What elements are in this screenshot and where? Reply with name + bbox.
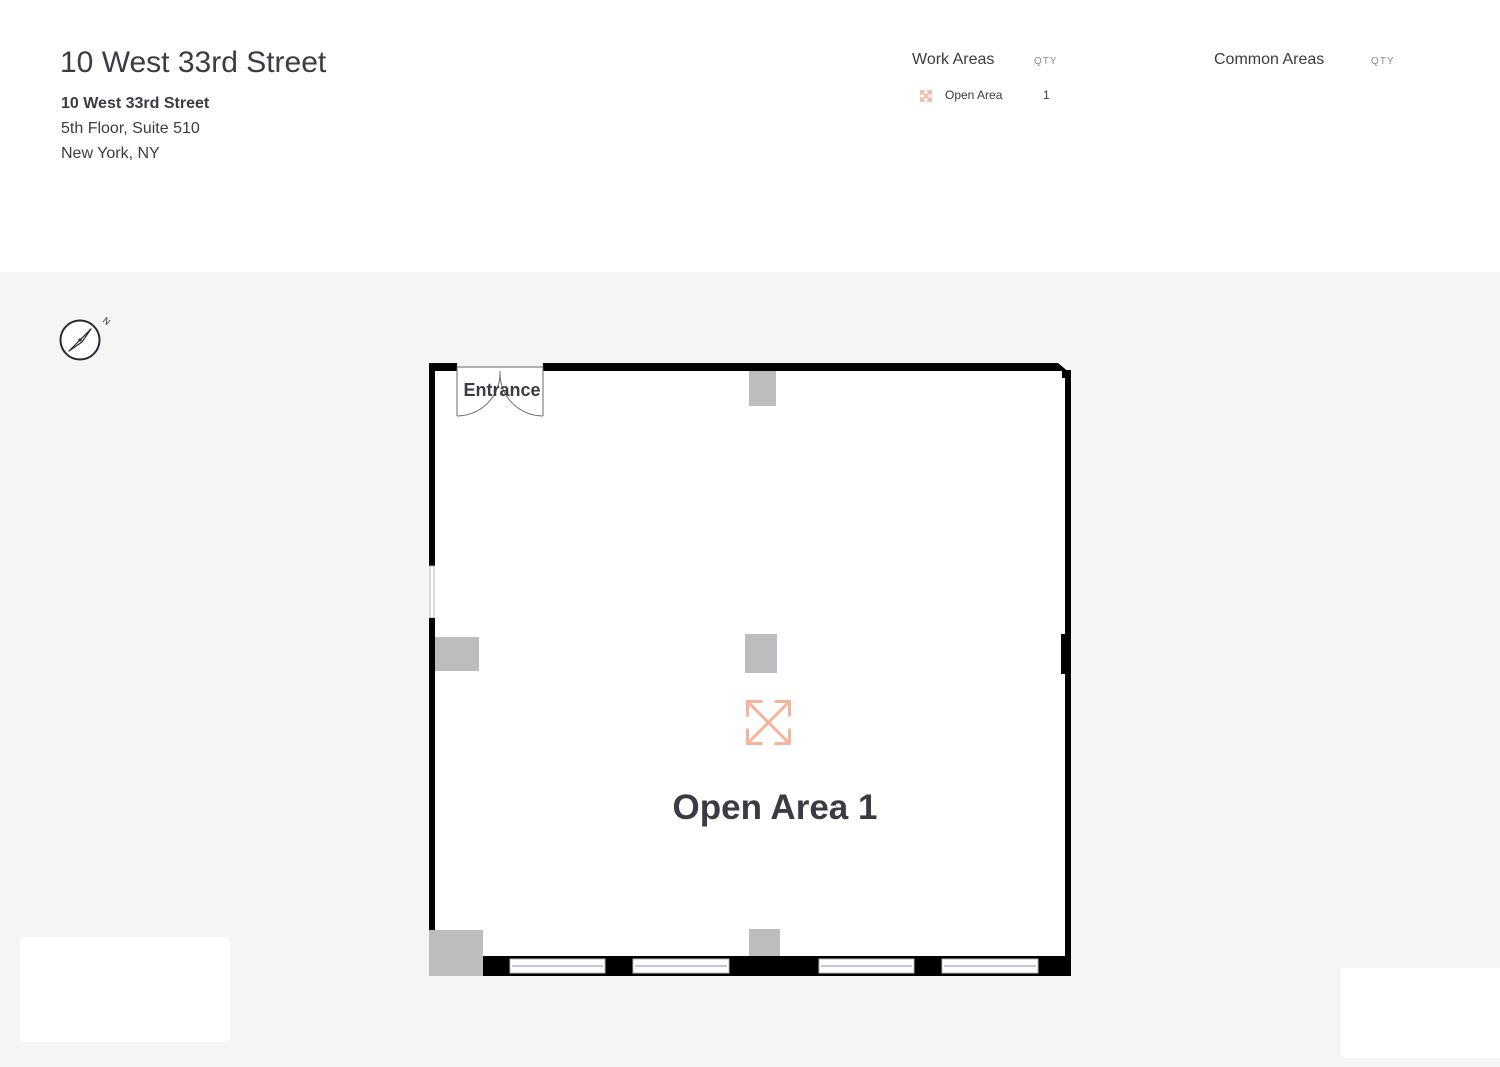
column	[749, 929, 780, 956]
column	[429, 930, 483, 976]
column	[435, 637, 479, 671]
entrance-label: Entrance	[463, 380, 540, 400]
wall-left-lower	[429, 618, 435, 958]
wall-right-pilaster	[1061, 634, 1067, 674]
column	[745, 634, 777, 673]
window-left	[429, 565, 435, 619]
room-label: Open Area 1	[673, 788, 878, 827]
floorplan: Entrance Open Area 1	[429, 363, 1071, 976]
wall-left-upper	[429, 363, 435, 566]
column	[749, 371, 776, 406]
